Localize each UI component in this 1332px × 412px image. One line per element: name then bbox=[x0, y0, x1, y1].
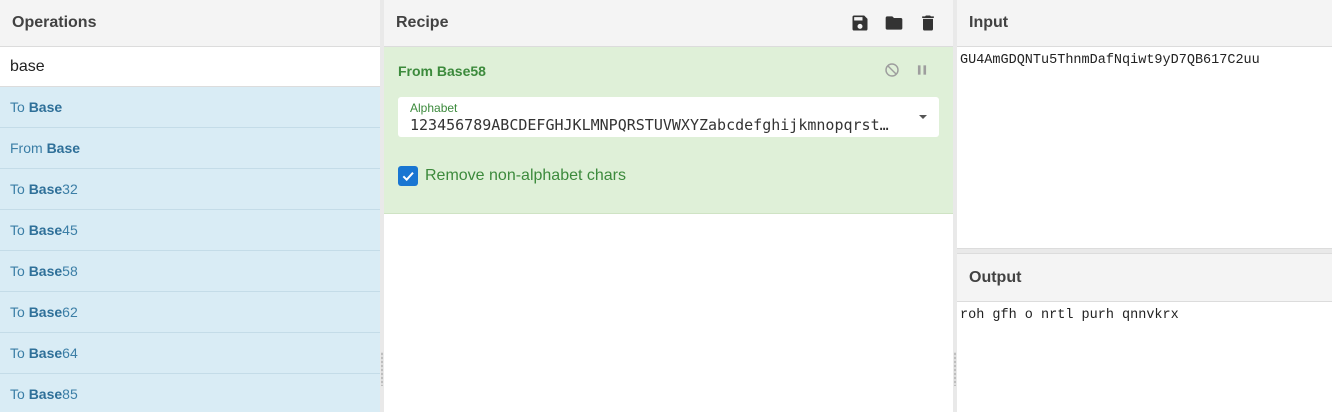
remove-non-alphabet-checkbox[interactable] bbox=[398, 166, 418, 186]
input-text: GU4AmGDQNTu5ThnmDafNqiwt9yD7QB617C2uu bbox=[960, 53, 1260, 68]
operation-item-match: Base bbox=[46, 140, 81, 156]
load-recipe-button[interactable] bbox=[883, 12, 905, 34]
remove-non-alphabet-checkbox-row[interactable]: Remove non-alphabet chars bbox=[398, 166, 626, 186]
checkmark-icon bbox=[402, 171, 414, 182]
operations-search-input[interactable]: base bbox=[0, 47, 380, 87]
save-icon bbox=[852, 15, 868, 31]
operation-item-prefix: To bbox=[10, 263, 29, 279]
recipe-toolbar bbox=[849, 12, 939, 34]
operation-item-suffix: 45 bbox=[62, 222, 78, 238]
folder-icon bbox=[885, 16, 903, 30]
operation-item-match: Base bbox=[28, 181, 63, 197]
input-textarea[interactable]: GU4AmGDQNTu5ThnmDafNqiwt9yD7QB617C2uu bbox=[957, 47, 1332, 249]
operation-item-prefix: To bbox=[10, 345, 29, 361]
alphabet-value[interactable]: 123456789ABCDEFGHJKLMNPQRSTUVWXYZabcdefg… bbox=[410, 116, 895, 134]
output-text: roh gfh o nrtl purh qnnvkrx bbox=[960, 308, 1179, 323]
operation-list-item[interactable]: To Base 32 bbox=[0, 169, 380, 210]
operations-list: To Base From Base To Base 32 To Base 45 To Bas… bbox=[0, 87, 380, 412]
breakpoint-button[interactable] bbox=[913, 61, 931, 79]
disable-operation-button[interactable] bbox=[883, 61, 901, 79]
operation-item-prefix: To bbox=[10, 181, 29, 197]
operation-list-item[interactable]: To Base 62 bbox=[0, 292, 380, 333]
clear-recipe-button[interactable] bbox=[917, 12, 939, 34]
operation-controls bbox=[883, 61, 931, 79]
operation-item-match: Base bbox=[28, 345, 63, 361]
trash-icon bbox=[922, 15, 934, 31]
operation-item-match: Base bbox=[28, 263, 63, 279]
operation-item-match: Base bbox=[28, 304, 63, 320]
pause-icon bbox=[917, 65, 927, 75]
dropdown-caret-icon[interactable] bbox=[917, 111, 929, 123]
cyberchef-app: Operations base To Base From Base To Base 3… bbox=[0, 0, 1332, 412]
recipe-title: Recipe bbox=[396, 14, 449, 31]
operation-list-item[interactable]: To Base 45 bbox=[0, 210, 380, 251]
output-textarea[interactable]: roh gfh o nrtl purh qnnvkrx bbox=[957, 302, 1332, 412]
operation-list-item[interactable]: To Base 64 bbox=[0, 333, 380, 374]
operation-list-item[interactable]: From Base bbox=[0, 128, 380, 169]
recipe-header: Recipe bbox=[384, 0, 953, 47]
operation-list-item[interactable]: To Base bbox=[0, 87, 380, 128]
gutter-grip bbox=[381, 352, 383, 386]
operation-list-item[interactable]: To Base 58 bbox=[0, 251, 380, 292]
operation-item-match: Base bbox=[28, 99, 63, 115]
alphabet-field[interactable]: Alphabet 123456789ABCDEFGHJKLMNPQRSTUVWX… bbox=[398, 97, 939, 137]
operation-name: From Base58 bbox=[398, 63, 486, 79]
operation-item-suffix: 85 bbox=[62, 386, 78, 402]
output-title: Output bbox=[957, 253, 1332, 302]
save-recipe-button[interactable] bbox=[849, 12, 871, 34]
io-pane: Input GU4AmGDQNTu5ThnmDafNqiwt9yD7QB617C… bbox=[957, 0, 1332, 412]
recipe-operation-card: From Base58 Alphabet 123456789ABCDEFGHJK… bbox=[384, 47, 953, 214]
operations-pane: Operations base To Base From Base To Base 3… bbox=[0, 0, 380, 412]
remove-non-alphabet-label: Remove non-alphabet chars bbox=[425, 167, 627, 184]
operation-item-suffix: 32 bbox=[62, 181, 78, 197]
alphabet-label: Alphabet bbox=[410, 101, 458, 115]
input-title: Input bbox=[957, 0, 1332, 47]
operation-item-prefix: To bbox=[10, 222, 29, 238]
operation-item-prefix: From bbox=[10, 140, 47, 156]
operation-item-suffix: 62 bbox=[62, 304, 78, 320]
operation-item-suffix: 64 bbox=[62, 345, 78, 361]
recipe-pane: Recipe From Base58 Alphabet 123456789ABC… bbox=[384, 0, 953, 412]
operation-item-suffix: 58 bbox=[62, 263, 78, 279]
operation-item-prefix: To bbox=[10, 99, 29, 115]
operation-item-match: Base bbox=[28, 386, 63, 402]
disable-icon bbox=[885, 63, 899, 77]
operation-item-match: Base bbox=[28, 222, 63, 238]
operation-item-prefix: To bbox=[10, 386, 29, 402]
gutter-grip bbox=[954, 352, 956, 386]
operation-list-item[interactable]: To Base 85 bbox=[0, 374, 380, 412]
operations-title: Operations bbox=[0, 0, 380, 47]
operation-item-prefix: To bbox=[10, 304, 29, 320]
